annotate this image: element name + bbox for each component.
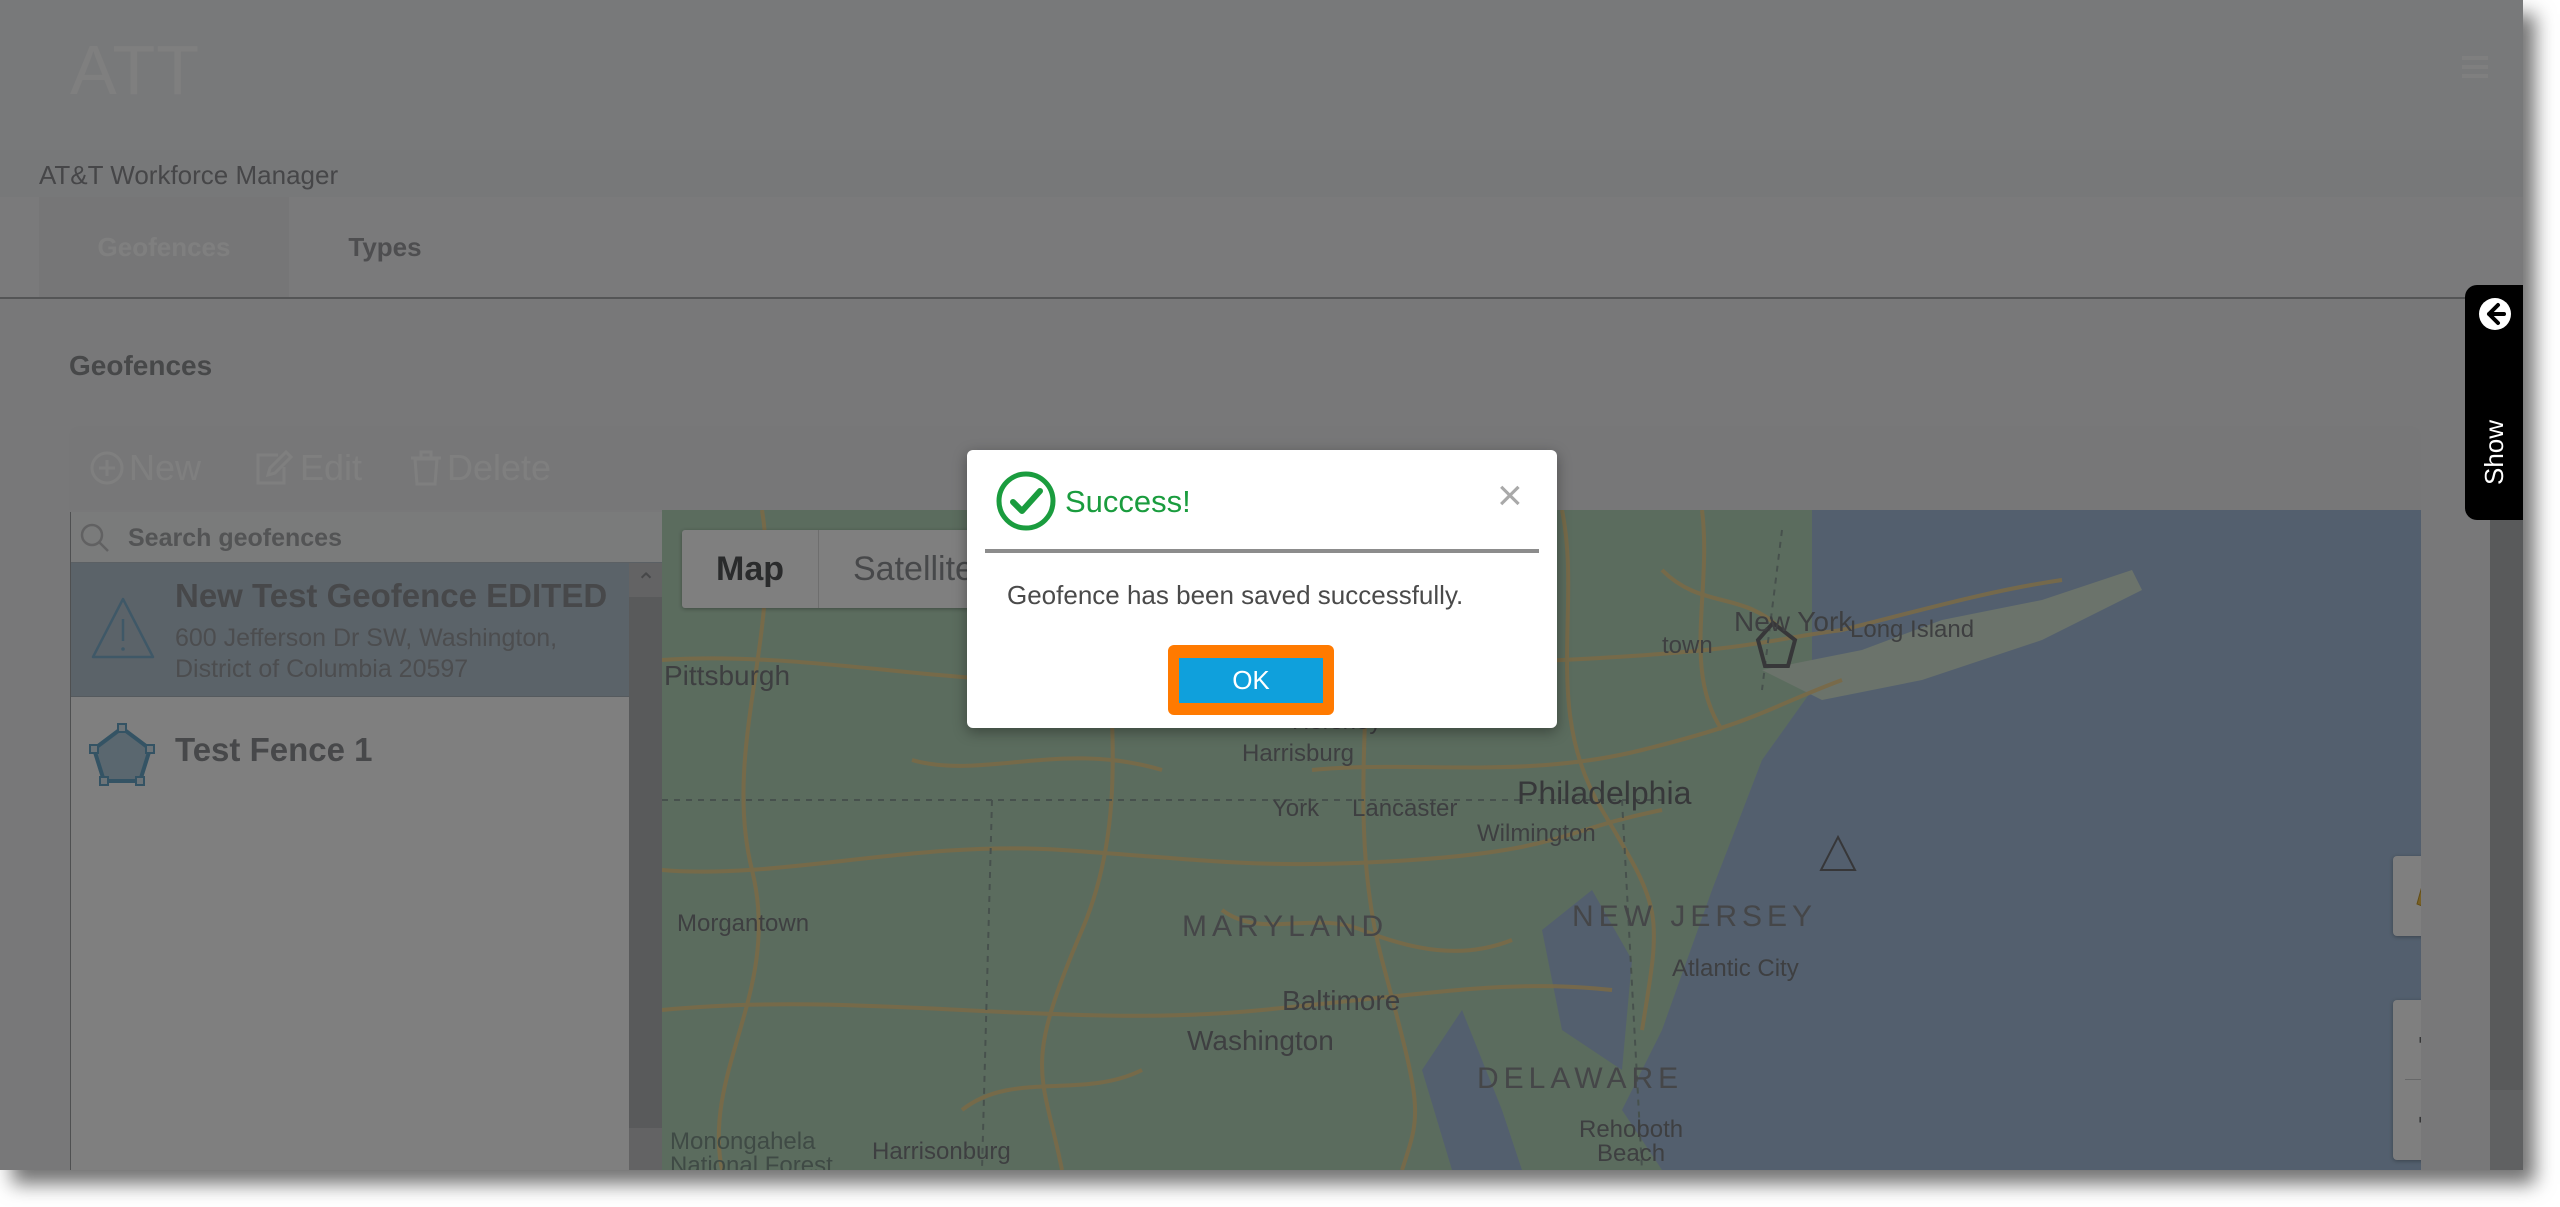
success-dialog: Success! × Geofence has been saved succe…	[967, 450, 1557, 728]
dialog-title: Success!	[1065, 484, 1191, 519]
app-window: ATT AT&T Workforce Manager Geofences Typ…	[0, 0, 2523, 1170]
ok-button-highlight: OK	[1168, 645, 1334, 715]
dialog-message: Geofence has been saved successfully.	[1007, 580, 1464, 610]
arrow-left-circle-icon	[2479, 298, 2511, 330]
check-circle-icon	[996, 471, 1056, 531]
close-icon[interactable]: ×	[1497, 474, 1523, 518]
dialog-divider	[985, 549, 1539, 553]
ok-button[interactable]: OK	[1179, 658, 1323, 703]
show-panel-tab[interactable]: Show	[2465, 285, 2523, 520]
show-label: Show	[2479, 419, 2509, 485]
